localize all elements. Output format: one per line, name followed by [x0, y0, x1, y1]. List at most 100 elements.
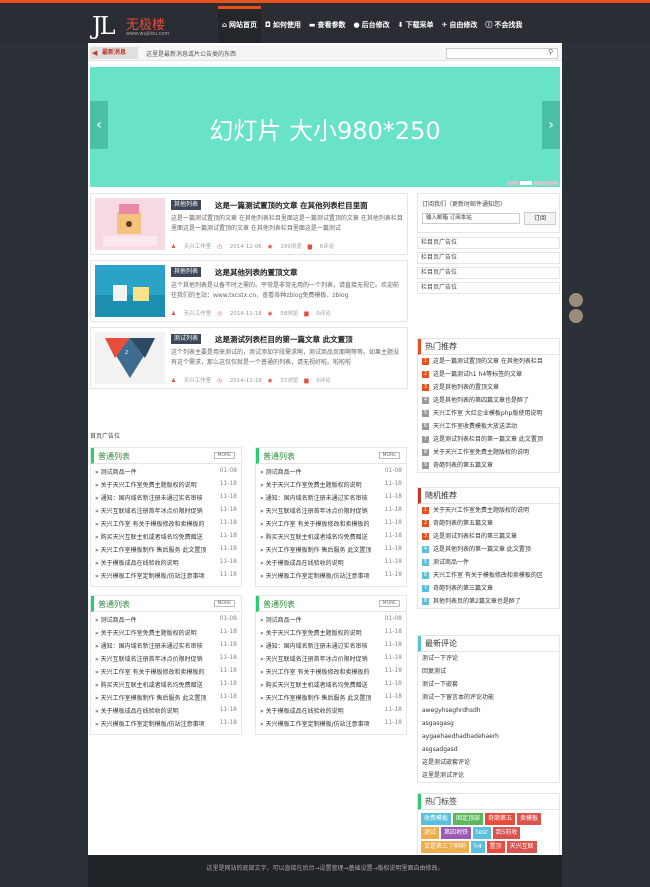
list-item[interactable]: » 关于天兴工作室免费主题版权的说明 11-18 [256, 625, 406, 638]
list-item-title[interactable]: » 天兴工作室模板制作 售后服务 此文置顶 [260, 545, 378, 554]
list-item[interactable]: » 购买天兴互联主机或者域名均免费赠送 11-18 [91, 677, 241, 690]
sidebar-ad-row[interactable]: 栏目页广告位 [417, 282, 560, 294]
widget-item-text[interactable]: 这是一篇测试h1 h4等标签的文章 [433, 371, 522, 378]
slide-next-button[interactable]: › [542, 101, 560, 149]
list-item-title[interactable]: » 关于天兴工作室免费主题版权的说明 [95, 628, 213, 637]
list-item-title[interactable]: » 测试商品一件 [260, 615, 378, 624]
widget-item[interactable]: 2 奇葩列表的第五篇文章 [418, 517, 559, 530]
list-item-title[interactable]: » 关于天兴工作室免费主题版权的说明 [260, 480, 378, 489]
slide-dot[interactable] [546, 181, 558, 185]
list-item-title[interactable]: » 通知：国内域名新注册未通过实名审核 [260, 641, 378, 650]
widget-item-text[interactable]: 这是一篇测试置顶的文章 在其他列表栏目 [433, 358, 543, 365]
article-category[interactable]: 其他列表 [171, 267, 202, 277]
list-item-title[interactable]: » 天兴模板工作室定制模板/仿站注意事项 [95, 719, 213, 728]
more-button[interactable]: MORE [213, 600, 235, 607]
list-item[interactable]: » 天兴工作室模板制作 售后服务 此文置顶 11-18 [91, 542, 241, 555]
list-item[interactable]: » 天兴工作室 有关于模板修改和卖模板的 11-18 [91, 664, 241, 677]
list-item-title[interactable]: » 天兴模板工作室定制模板/仿站注意事项 [95, 571, 213, 580]
list-item[interactable]: » 关于模板成品在线验收的说明 11-18 [91, 703, 241, 716]
list-item[interactable]: » 关于天兴工作室免费主题版权的说明 11-18 [91, 477, 241, 490]
list-box-title[interactable]: 普通列表 [98, 451, 130, 462]
list-item-title[interactable]: » 购买天兴互联主机或者域名均免费赠送 [95, 532, 213, 541]
list-item[interactable]: » 关于天兴工作室免费主题版权的说明 11-18 [256, 477, 406, 490]
widget-item-text[interactable]: 这是测试列表栏目的第三篇文章 [433, 533, 517, 540]
widget-item[interactable]: 5 天兴工作室 大红企业模板php版使用说明 [418, 407, 559, 420]
list-item-title[interactable]: » 天兴工作室模板制作 售后服务 此文置顶 [95, 693, 213, 702]
widget-item-text[interactable]: 关于天兴工作室免费主题版权的说明 [433, 449, 529, 456]
article-thumbnail[interactable] [95, 198, 165, 250]
widget-item-text[interactable]: 这是其他列表的置顶文章 [433, 384, 499, 391]
widget-item-text[interactable]: 天兴工作室 有关于模板修改和卖模板的区 [433, 572, 543, 579]
list-item[interactable]: » 测试商品一件 01-08 [91, 464, 241, 477]
widget-item[interactable]: 8 其他列表页的第2篇文章也是醉了 [418, 595, 559, 608]
list-item[interactable]: » 购买天兴互联主机或者域名均免费赠送 11-18 [256, 529, 406, 542]
site-logo[interactable]: JL 无极楼 www.wujilou.com [92, 11, 172, 41]
widget-item-text[interactable]: 测试一下留言本的评论功能 [422, 694, 494, 701]
list-item-title[interactable]: » 测试商品一件 [95, 467, 213, 476]
widget-item[interactable]: 2 这是一篇测试h1 h4等标签的文章 [418, 368, 559, 381]
notice-text[interactable]: 这里是最新消息或片公告类的东西 [146, 49, 236, 58]
slideshow[interactable]: 幻灯片 大小980*250 ‹ › [90, 67, 560, 187]
nav-item[interactable]: ▬ 查看参数 [305, 6, 350, 43]
widget-item[interactable]: 3 这是其他列表的置顶文章 [418, 381, 559, 394]
sidebar-ad-row[interactable]: 栏目页广告位 [417, 267, 560, 279]
list-item[interactable]: » 关于天兴工作室免费主题版权的说明 11-18 [91, 625, 241, 638]
list-item-title[interactable]: » 天兴工作室模板制作 售后服务 此文置顶 [260, 693, 378, 702]
widget-item-text[interactable]: 天兴工作室 大红企业模板php版使用说明 [433, 410, 542, 417]
nav-item[interactable]: ✈ 自由修改 [438, 6, 482, 43]
list-item-title[interactable]: » 天兴工作室模板制作 售后服务 此文置顶 [95, 545, 213, 554]
article-category[interactable]: 其他列表 [171, 200, 202, 210]
list-item-title[interactable]: » 关于模板成品在线验收的说明 [260, 558, 378, 567]
widget-item-text[interactable]: 奇葩列表的第五篇文章 [433, 462, 493, 469]
list-item-title[interactable]: » 天兴模板工作室定制模板/仿站注意事项 [260, 719, 378, 728]
list-item-title[interactable]: » 天兴模板工作室定制模板/仿站注意事项 [260, 571, 378, 580]
list-item[interactable]: » 通知：国内域名新注册未通过实名审核 11-18 [256, 638, 406, 651]
list-item[interactable]: » 天兴互联域名注册首年冰点价限时促销 11-18 [256, 503, 406, 516]
list-item-title[interactable]: » 关于模板成品在线验收的说明 [95, 706, 213, 715]
nav-item[interactable]: ● 后台修改 [350, 6, 394, 43]
widget-item-text[interactable]: 天兴工作室收费模板大放送活动 [433, 423, 517, 430]
tag-item[interactable]: h4 [471, 841, 485, 853]
list-box-title[interactable]: 普通列表 [98, 599, 130, 610]
sidebar-ad-row[interactable]: 栏目页广告位 [417, 252, 560, 264]
list-item-title[interactable]: » 通知：国内域名新注册未通过实名审核 [95, 493, 213, 502]
article-thumbnail[interactable] [95, 265, 165, 317]
subscribe-button[interactable]: 订阅 [524, 212, 556, 225]
list-item[interactable]: » 关于模板成品在线验收的说明 11-18 [256, 555, 406, 568]
widget-item[interactable]: 4 这是其他列表的第四篇文章也是醉了 [418, 394, 559, 407]
list-item[interactable]: » 关于模板成品在线验收的说明 11-18 [256, 703, 406, 716]
widget-item[interactable]: 1 关于天兴工作室免费主题版权的说明 [418, 504, 559, 517]
list-item[interactable]: » 天兴工作室模板制作 售后服务 此文置顶 11-18 [91, 690, 241, 703]
subscribe-email-input[interactable]: 输入邮箱 订阅本站 [422, 213, 520, 224]
list-item-title[interactable]: » 测试商品一件 [95, 615, 213, 624]
widget-item[interactable]: aygaehaedhadhadehaerh [418, 730, 559, 743]
widget-item[interactable]: awegyhseghrdhsdh [418, 704, 559, 717]
slide-dot[interactable] [520, 181, 532, 185]
widget-item-text[interactable]: 其他列表页的第2篇文章也是醉了 [433, 598, 521, 605]
widget-item[interactable]: 8 关于天兴工作室免费主题版权的说明 [418, 446, 559, 459]
list-item[interactable]: » 通知：国内域名新注册未通过实名审核 11-18 [91, 490, 241, 503]
more-button[interactable]: MORE [213, 452, 235, 459]
list-item[interactable]: » 天兴模板工作室定制模板/仿站注意事项 11-18 [256, 568, 406, 581]
list-item[interactable]: » 购买天兴互联主机或者域名均免费赠送 11-18 [91, 529, 241, 542]
tag-item[interactable]: 卖模板 [517, 813, 542, 825]
widget-item[interactable]: 这是测试嵌套评论 [418, 756, 559, 769]
list-item-title[interactable]: » 通知：国内域名新注册未通过实名审核 [260, 493, 378, 502]
list-item-title[interactable]: » 天兴互联域名注册首年冰点价限时促销 [95, 654, 213, 663]
article-thumbnail[interactable]: 2 [95, 332, 165, 384]
widget-item[interactable]: 5 测试商品一件 [418, 556, 559, 569]
widget-item-text[interactable]: 这里是测试评论 [422, 772, 464, 779]
tag-item[interactable]: 置顶 [486, 841, 505, 853]
slide-dot[interactable] [507, 181, 519, 185]
list-item[interactable]: » 天兴工作室 有关于模板修改和卖模板的 11-18 [91, 516, 241, 529]
search-input[interactable] [446, 48, 558, 59]
widget-item-text[interactable]: asgsadgasd [422, 746, 458, 753]
list-item[interactable]: » 天兴互联域名注册首年冰点价限时促销 11-18 [91, 503, 241, 516]
widget-item[interactable]: 6 天兴工作室收费模板大放送活动 [418, 420, 559, 433]
list-item-title[interactable]: » 关于天兴工作室免费主题版权的说明 [95, 480, 213, 489]
list-item[interactable]: » 关于模板成品在线验收的说明 11-18 [91, 555, 241, 568]
widget-item[interactable]: 测试一下留言本的评论功能 [418, 691, 559, 704]
widget-item[interactable]: 7 这是测试列表栏目的第一篇文章 此文置顶 [418, 433, 559, 446]
list-item[interactable]: » 天兴工作室模板制作 售后服务 此文置顶 11-18 [256, 542, 406, 555]
widget-item[interactable]: 4 这是其他列表的第一篇文章 此文置顶 [418, 543, 559, 556]
